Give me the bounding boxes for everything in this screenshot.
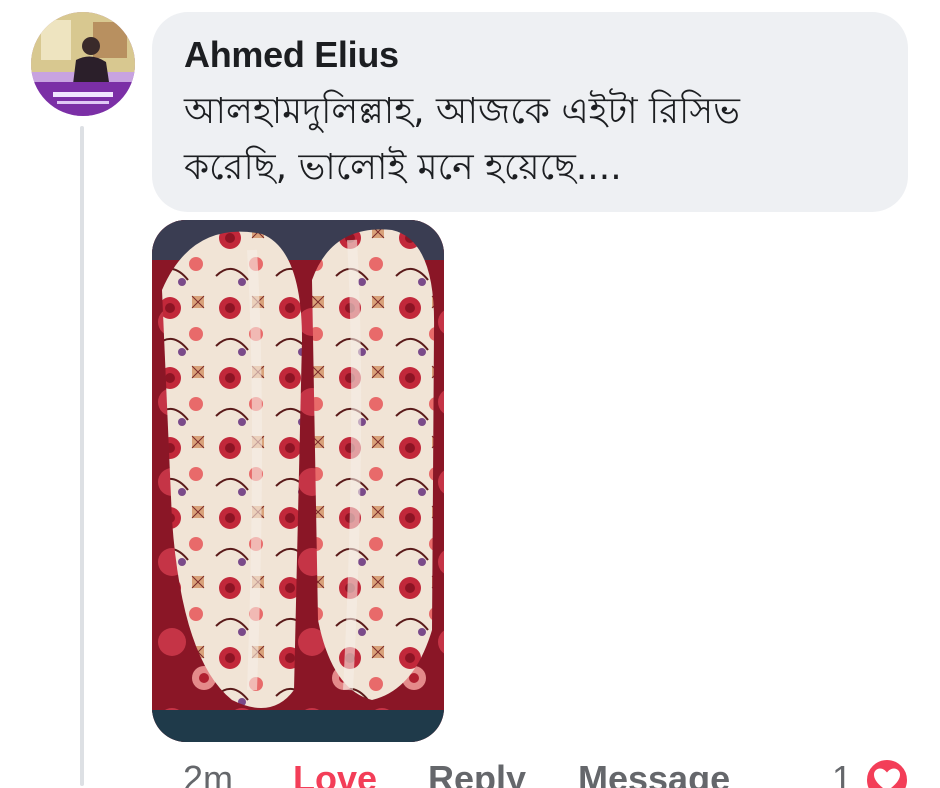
comment-bubble[interactable]: Ahmed Elius আলহামদুলিল্লাহ, আজকে এইটা রি… bbox=[152, 12, 908, 212]
reaction-count[interactable]: 1 bbox=[832, 758, 852, 788]
author-name[interactable]: Ahmed Elius bbox=[184, 34, 908, 76]
attached-photo[interactable] bbox=[152, 220, 444, 742]
profile-photo-icon bbox=[31, 12, 135, 116]
comment-text: আলহামদুলিল্লাহ, আজকে এইটা রিসিভ করেছি, ভ… bbox=[184, 84, 874, 196]
reply-button[interactable]: Reply bbox=[428, 758, 526, 788]
avatar[interactable] bbox=[31, 12, 135, 116]
timestamp[interactable]: 2m bbox=[183, 758, 233, 788]
message-button[interactable]: Message bbox=[578, 758, 730, 788]
heart-glyph-icon bbox=[874, 768, 900, 788]
love-reaction-button[interactable]: Love bbox=[293, 758, 377, 788]
comment-actions: 2m Love Reply Message 1 bbox=[0, 752, 940, 788]
heart-icon[interactable] bbox=[864, 757, 910, 788]
thread-line bbox=[80, 126, 84, 786]
photo-of-floral-pillows-icon bbox=[152, 220, 444, 742]
comment-text-line-2: করেছি, ভালোই মনে হয়েছে.... bbox=[184, 147, 622, 188]
comment-screen: Ahmed Elius আলহামদুলিল্লাহ, আজকে এইটা রি… bbox=[0, 0, 940, 788]
comment-text-line-1: আলহামদুলিল্লাহ, আজকে এইটা রিসিভ bbox=[184, 91, 740, 132]
